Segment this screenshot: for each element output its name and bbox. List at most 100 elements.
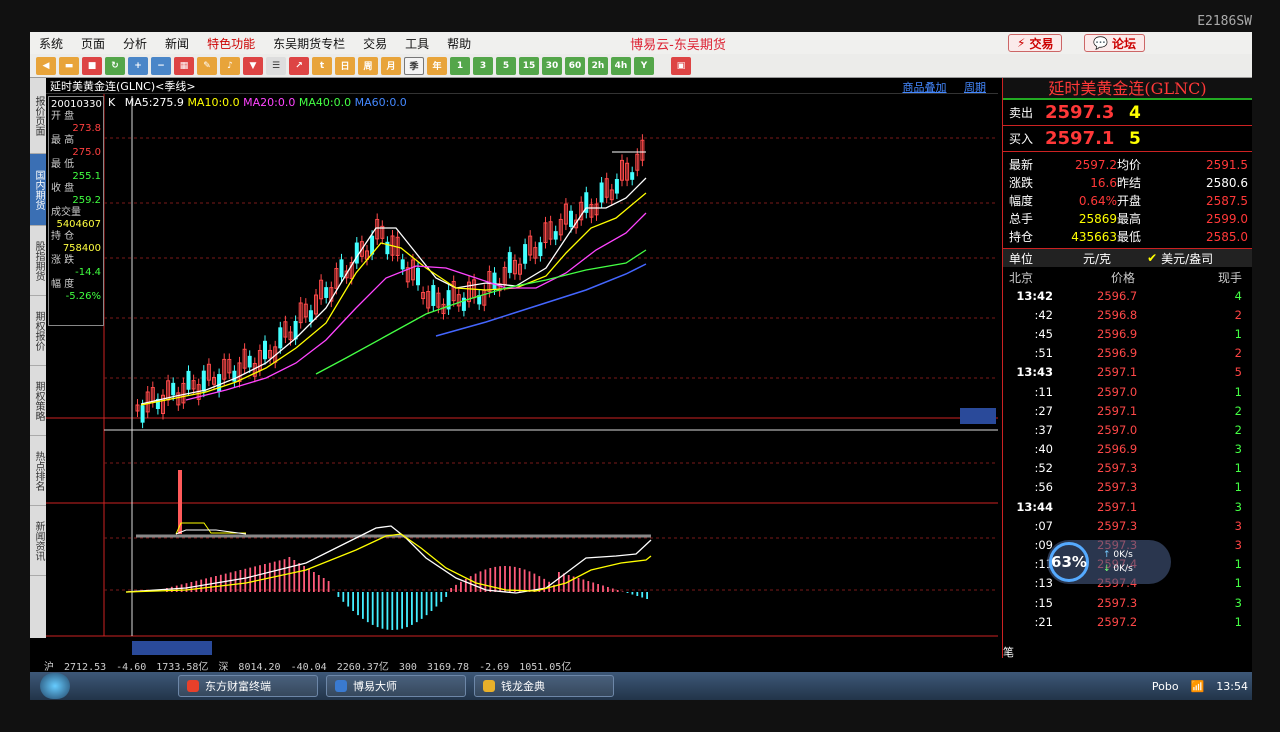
stat-value: 2585.0 [1206,230,1248,244]
period-quarter[interactable]: 季 [404,56,424,75]
trade-button[interactable]: ⚡ 交易 [1008,34,1063,52]
candle-body [614,178,619,194]
menu-help[interactable]: 帮助 [438,35,480,52]
chart-panel[interactable]: 延时美黄金连(GLNC)<季线> 商品叠加 周期 K MA5:275.9 MA1… [46,78,998,658]
tab-hot-ranking[interactable]: 热点排名 [30,436,46,506]
info-value: 255.1 [72,171,101,182]
period-1m[interactable]: 1 [450,56,470,75]
tray-brand[interactable]: Pobo [1152,680,1179,693]
tab-news[interactable]: 新闻资讯 [30,506,46,576]
unit-value[interactable]: 元/克 [1083,250,1111,267]
tick-price: 2597.1 [1097,365,1138,380]
table-icon[interactable]: ☰ [266,56,286,75]
tab-index-futures[interactable]: 股指期货 [30,226,46,296]
macd-bar [455,584,457,592]
system-tray: Pobo 📶 13:54 [1152,672,1248,700]
menu-special[interactable]: 特色功能 [198,35,264,52]
menu-trade[interactable]: 交易 [354,35,396,52]
tick-time: :52 [1034,461,1053,476]
candle-body [217,374,222,393]
macd-bar [254,566,256,592]
tab-domestic-futures[interactable]: 国内期货 [30,154,46,226]
tick-volume: 1 [1234,480,1242,495]
menu-column[interactable]: 东吴期货专栏 [264,35,354,52]
macd-bar [646,592,648,599]
tick-time: 13:42 [1016,288,1053,303]
period-15m[interactable]: 15 [519,56,539,75]
period-month[interactable]: 月 [381,56,401,75]
stat-value: 2597.2 [1075,158,1117,172]
trend-icon[interactable]: ↗ [289,56,309,75]
tab-options-quote[interactable]: 期权报价 [30,296,46,366]
macd-bar [626,592,629,593]
macd-bar [283,559,286,592]
info-label: 涨 跌 [51,255,75,266]
filter-icon[interactable]: ▼ [243,56,263,75]
back-icon[interactable]: ◀ [36,56,56,75]
taskbar-item[interactable]: 博易大师 [326,675,466,697]
tick-time: :13 [1034,576,1053,591]
candle-body [201,370,206,392]
period-week[interactable]: 周 [358,56,378,75]
candle-body [308,310,313,322]
tick-time: :40 [1034,442,1053,457]
sell-label: 卖出 [1009,106,1034,120]
tray-time[interactable]: 13:54 [1216,680,1248,693]
tick-volume: 3 [1234,518,1242,533]
tick-price: 2597.1 [1097,403,1138,418]
period-day[interactable]: 日 [335,56,355,75]
taskbar-item[interactable]: 东方财富终端 [178,675,318,697]
macd-bar [504,566,506,592]
kline-chart[interactable] [46,78,998,658]
calendar-icon[interactable]: ▣ [671,56,691,75]
unit-alt[interactable]: 美元/盎司 [1161,250,1213,267]
info-date: 20010330 [51,99,102,110]
stat-value: 2587.5 [1206,194,1248,208]
period-2h[interactable]: 2h [588,56,608,75]
candle-body [599,182,604,203]
period-30m[interactable]: 30 [542,56,562,75]
chat-icon: 💬 [1093,36,1108,50]
app-icon [335,680,347,692]
period-4h[interactable]: 4h [611,56,631,75]
tick-row: :40 2596.9 3 [1003,440,1252,459]
macd-bar [607,587,609,592]
bell-icon[interactable]: ♪ [220,56,240,75]
tick-price: 2597.3 [1097,461,1138,476]
menu-system[interactable]: 系统 [30,35,72,52]
tick-volume: 2 [1234,346,1242,361]
pen-icon[interactable]: ✎ [197,56,217,75]
zoom-in-icon[interactable]: + [128,56,148,75]
refresh-icon[interactable]: ↻ [105,56,125,75]
period-5m[interactable]: 5 [496,56,516,75]
info-label: 最 低 [51,159,75,170]
taskbar-item[interactable]: 钱龙金典 [474,675,614,697]
period-3m[interactable]: 3 [473,56,493,75]
stop-icon[interactable]: ■ [82,56,102,75]
macd-bar [479,571,482,592]
period-year[interactable]: 年 [427,56,447,75]
tab-quote-page[interactable]: 报价页面 [30,78,46,154]
network-gauge[interactable]: 63% ↑ 0K/s ↓ 0K/s [1047,540,1171,584]
forum-button[interactable]: 💬 论坛 [1084,34,1145,52]
macd-bar [464,578,467,592]
macd-bar [342,592,345,602]
period-60m[interactable]: 60 [565,56,585,75]
tab-options-strategy[interactable]: 期权策略 [30,366,46,436]
menu-tools[interactable]: 工具 [396,35,438,52]
macd-bar [430,592,433,611]
zoom-out-icon[interactable]: − [151,56,171,75]
chart-icon[interactable]: ▦ [174,56,194,75]
period-custom[interactable]: Y [634,56,654,75]
stat-value: 0.64% [1078,194,1117,208]
menu-analysis[interactable]: 分析 [114,35,156,52]
taskbar: 东方财富终端 博易大师 钱龙金典 Pobo 📶 13:54 [30,672,1252,700]
tick-time: :37 [1034,422,1053,437]
menu-page[interactable]: 页面 [72,35,114,52]
folder-icon[interactable]: ▬ [59,56,79,75]
start-button[interactable] [40,673,70,699]
menu-news[interactable]: 新闻 [156,35,198,52]
tick-icon[interactable]: t [312,56,332,75]
macd-bar [460,581,462,592]
macd-bar [636,592,639,596]
